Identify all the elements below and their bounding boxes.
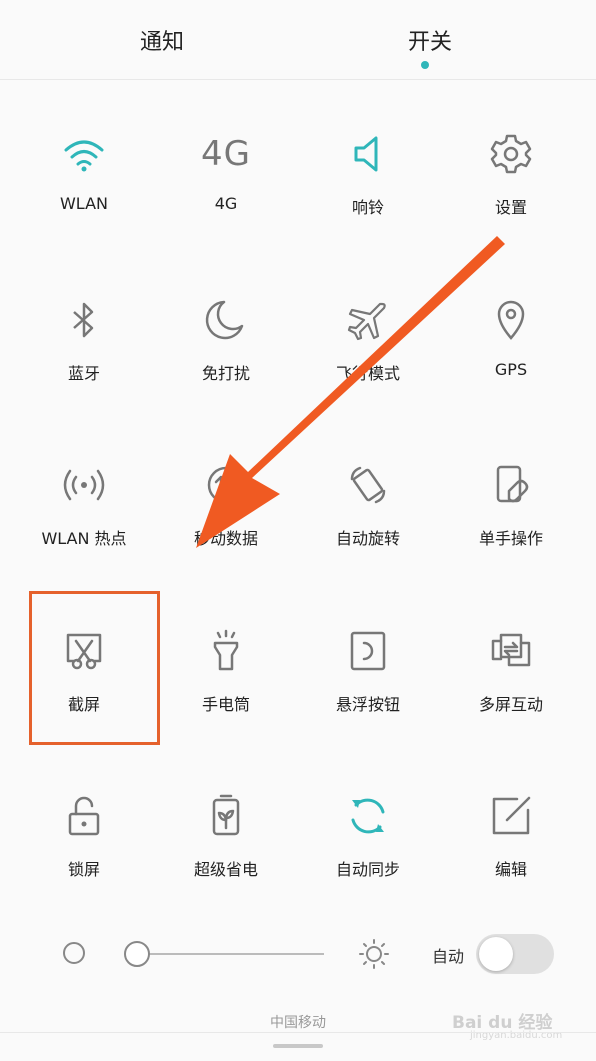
toggle-ringer[interactable]: 响铃 [297, 96, 439, 256]
padlock-icon [60, 792, 108, 840]
gear-icon [487, 130, 535, 178]
toggle-label: 自动同步 [335, 860, 400, 879]
tab-notifications[interactable]: 通知 [92, 24, 232, 56]
toggle-label: GPS [494, 360, 528, 379]
toggle-label: 设置 [494, 198, 527, 217]
brightness-slider-track[interactable] [136, 953, 324, 955]
toggle-bluetooth[interactable]: 蓝牙 [13, 262, 155, 422]
toggle-label: 飞行模式 [335, 364, 400, 383]
toggle-edit[interactable]: 编辑 [440, 758, 582, 918]
sync-icon [344, 792, 392, 840]
toggle-label: 悬浮按钮 [335, 695, 400, 714]
toggle-gps[interactable]: GPS [440, 262, 582, 422]
toggle-do-not-disturb[interactable]: 免打扰 [155, 262, 297, 422]
airplane-icon [344, 296, 392, 344]
toggle-label: WLAN [59, 194, 108, 213]
edit-icon [487, 792, 535, 840]
toggle-label: 4G [214, 194, 238, 213]
hotspot-icon [60, 461, 108, 509]
toggle-label: 单手操作 [478, 529, 543, 548]
wifi-icon [60, 130, 108, 178]
toggle-knob [479, 937, 513, 971]
toggle-mobile-data[interactable]: 移动数据 [155, 427, 297, 587]
floating-button-icon [344, 627, 392, 675]
toggle-super-power-saving[interactable]: 超级省电 [155, 758, 297, 918]
toggle-label: 锁屏 [67, 860, 100, 879]
brightness-low-icon [63, 942, 85, 964]
toggle-flashlight[interactable]: 手电筒 [155, 593, 297, 753]
toggle-one-hand-mode[interactable]: 单手操作 [440, 427, 582, 587]
toggle-multi-screen[interactable]: 多屏互动 [440, 593, 582, 753]
home-indicator[interactable] [273, 1044, 323, 1048]
toggle-wlan-hotspot[interactable]: WLAN 热点 [13, 427, 155, 587]
toggle-auto-rotate[interactable]: 自动旋转 [297, 427, 439, 587]
toggle-label: 超级省电 [193, 860, 258, 879]
auto-brightness-label: 自动 [432, 947, 465, 966]
speaker-icon [344, 130, 392, 178]
toggle-label: 响铃 [351, 198, 384, 217]
toggle-label: 免打扰 [201, 364, 250, 383]
auto-rotate-icon [344, 461, 392, 509]
toggle-wlan[interactable]: WLAN [13, 96, 155, 256]
toggle-floating-button[interactable]: 悬浮按钮 [297, 593, 439, 753]
flashlight-icon [202, 627, 250, 675]
toggle-4g[interactable]: 4G 4G [155, 96, 297, 256]
sun-icon [358, 938, 390, 970]
toggle-label: 手电筒 [201, 695, 250, 714]
mobile-data-icon [202, 461, 250, 509]
one-hand-icon [487, 461, 535, 509]
toggle-lock-screen[interactable]: 锁屏 [13, 758, 155, 918]
panel-tabs: 通知 开关 [0, 0, 596, 80]
active-tab-indicator [421, 61, 429, 69]
brightness-slider-thumb[interactable] [124, 941, 150, 967]
bluetooth-icon [60, 296, 108, 344]
toggle-label: WLAN 热点 [41, 529, 127, 548]
highlight-box [29, 591, 160, 745]
moon-icon [202, 296, 250, 344]
toggle-label: 编辑 [494, 860, 527, 879]
location-pin-icon [487, 296, 535, 344]
toggle-airplane-mode[interactable]: 飞行模式 [297, 262, 439, 422]
toggle-auto-sync[interactable]: 自动同步 [297, 758, 439, 918]
auto-brightness-toggle[interactable] [476, 934, 554, 974]
toggle-label: 自动旋转 [335, 529, 400, 548]
toggle-settings[interactable]: 设置 [440, 96, 582, 256]
footer-divider [0, 1032, 596, 1033]
toggle-label: 多屏互动 [478, 695, 543, 714]
brightness-row: 自动 [0, 920, 596, 990]
toggle-label: 移动数据 [193, 529, 258, 548]
toggle-label: 蓝牙 [67, 364, 100, 383]
multi-screen-icon [487, 627, 535, 675]
tab-switches[interactable]: 开关 [360, 24, 500, 56]
4g-icon: 4G [201, 134, 251, 174]
battery-saver-icon [202, 792, 250, 840]
